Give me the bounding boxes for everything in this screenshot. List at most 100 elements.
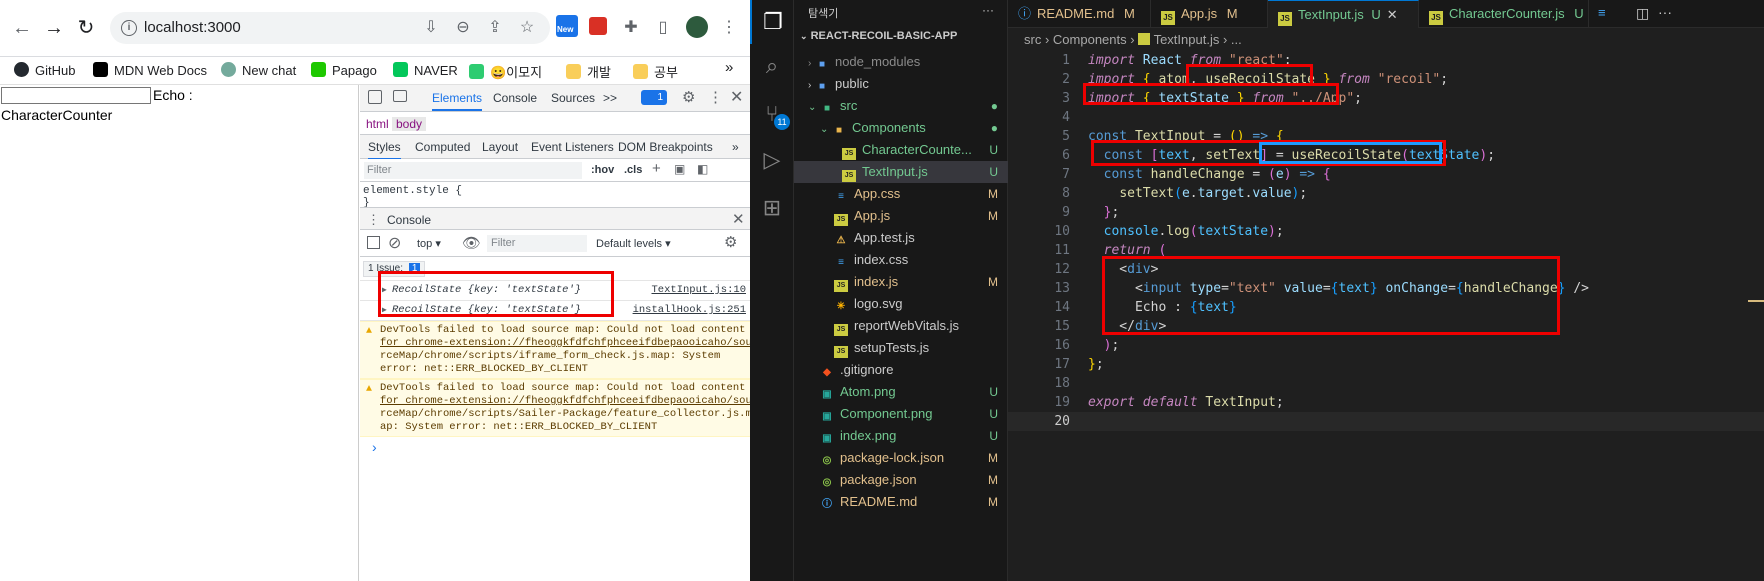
bookmark-papago[interactable]: Papago [311, 62, 377, 78]
tree-item-package-lock[interactable]: ◎ package-lock.json M [794, 447, 1008, 469]
subtab-more-icon[interactable]: » [732, 140, 739, 154]
extension-new-icon[interactable]: New [556, 15, 578, 37]
tab-elements[interactable]: Elements [432, 91, 483, 111]
warning-link[interactable]: for chrome-extension://fheoggkfdfchfphce… [380, 395, 750, 408]
bookmark-mdn[interactable]: MDN Web Docs [93, 62, 207, 78]
profile-avatar[interactable] [686, 16, 708, 38]
breadcrumb-file[interactable]: TextInput.js [1154, 32, 1220, 47]
text-input[interactable] [1, 87, 151, 104]
tree-item-logo-svg[interactable]: ✳ logo.svg [794, 293, 1008, 315]
computed-sidebar-icon[interactable]: ◧ [697, 162, 708, 176]
bookmark-new-chat[interactable]: New chat [221, 62, 296, 78]
code-editor[interactable]: 1 import React from "react"; 2 import { at… [1008, 51, 1764, 581]
tab-readme[interactable]: ⓘ README.md M [1008, 0, 1151, 28]
console-prompt[interactable]: › [372, 439, 377, 455]
subtab-styles[interactable]: Styles [368, 140, 401, 160]
tree-item-atom-png[interactable]: ▣ Atom.png U [794, 381, 1008, 403]
explorer-icon[interactable]: ❐ [750, 0, 794, 44]
styles-filter-input[interactable]: Filter [364, 162, 582, 179]
tree-item-component-png[interactable]: ▣ Component.png U [794, 403, 1008, 425]
new-style-rule-icon[interactable]: + [652, 160, 661, 177]
tree-item-gitignore[interactable]: ◆ .gitignore [794, 359, 1008, 381]
tree-item-src[interactable]: ⌄ ■ src ● [794, 95, 1008, 117]
tree-item-index-js[interactable]: JS index.js M [794, 271, 1008, 293]
bookmark-folder-dev[interactable]: 개발 [566, 62, 611, 81]
reload-button[interactable]: ↻ [74, 16, 98, 40]
tree-item-node-modules[interactable]: › ■ node_modules [794, 51, 1008, 73]
more-tabs-button[interactable]: >> [603, 91, 617, 105]
tree-item-app-css[interactable]: ≡ App.css M [794, 183, 1008, 205]
run-debug-icon[interactable]: ▷ [750, 138, 794, 182]
console-filter-input[interactable]: Filter [487, 235, 587, 252]
tree-item-charactercounter[interactable]: JS CharacterCounte... U [794, 139, 1008, 161]
settings-gear-icon[interactable]: ⚙ [682, 88, 695, 106]
close-drawer-icon[interactable]: ✕ [732, 210, 745, 228]
search-icon[interactable]: ⌕ [750, 44, 794, 88]
crumb-html[interactable]: html [362, 117, 393, 131]
tree-item-app-test[interactable]: ⚠ App.test.js [794, 227, 1008, 249]
inspect-element-icon[interactable] [368, 90, 382, 104]
log-source-link[interactable]: installHook.js:251 [633, 304, 746, 316]
crumb-body[interactable]: body [392, 117, 427, 131]
share-icon[interactable]: ⇪ [484, 17, 506, 39]
bookmarks-overflow-button[interactable]: » [725, 59, 733, 76]
log-levels-dropdown[interactable]: Default levels ▾ [596, 237, 671, 250]
tab-console[interactable]: Console [493, 91, 537, 105]
devtools-menu-icon[interactable]: ⋮ [708, 88, 723, 106]
breadcrumb-symbol[interactable]: ... [1231, 32, 1242, 47]
warning-link[interactable]: for chrome-extension://fheoggkfdfchfphce… [380, 337, 750, 350]
bookmark-emoji[interactable]: 😀이모지 [469, 62, 542, 81]
subtab-event-listeners[interactable]: Event Listeners [531, 140, 614, 154]
close-tab-icon[interactable]: ✕ [1387, 7, 1398, 22]
tree-item-components[interactable]: ⌄ ■ Components ● [794, 117, 1008, 139]
breadcrumb-components[interactable]: Components [1053, 32, 1127, 47]
tree-item-public[interactable]: › ■ public [794, 73, 1008, 95]
hov-toggle[interactable]: :hov [591, 164, 614, 176]
install-icon[interactable]: ⇩ [420, 17, 442, 39]
source-control-icon[interactable]: ⑂ [750, 92, 794, 136]
clear-console-icon[interactable]: ⊘ [388, 233, 401, 253]
more-actions-icon[interactable]: ··· [1658, 4, 1672, 20]
subtab-dom-breakpoints[interactable]: DOM Breakpoints [618, 140, 713, 154]
device-toolbar-icon[interactable] [393, 90, 407, 102]
project-header[interactable]: ⌄ REACT-RECOIL-BASIC-APP [800, 30, 957, 42]
back-button[interactable]: ← [10, 16, 34, 40]
paint-icon[interactable]: ▣ [674, 162, 685, 176]
tab-charactercounter-js[interactable]: JS CharacterCounter.js U [1419, 0, 1589, 28]
side-panel-icon[interactable]: ▯ [652, 17, 674, 39]
sidebar-toggle-icon[interactable] [367, 236, 380, 249]
menu-kebab-icon[interactable]: ⋮ [718, 17, 740, 39]
tree-item-index-css[interactable]: ≡ index.css [794, 249, 1008, 271]
extensions-icon[interactable]: ⊞ [750, 186, 794, 230]
forward-button[interactable]: → [42, 16, 66, 40]
explorer-more-icon[interactable]: ··· [982, 3, 994, 17]
extensions-puzzle-icon[interactable]: ✚ [620, 17, 642, 39]
subtab-layout[interactable]: Layout [482, 140, 518, 154]
breadcrumb-src[interactable]: src [1024, 32, 1041, 47]
tree-item-setuptests[interactable]: JS setupTests.js [794, 337, 1008, 359]
extension-red-icon[interactable] [589, 17, 607, 35]
tab-sources[interactable]: Sources [551, 91, 595, 105]
close-devtools-icon[interactable]: ✕ [730, 87, 743, 107]
bookmark-naver[interactable]: NAVER [393, 62, 458, 78]
tree-item-package-json[interactable]: ◎ package.json M [794, 469, 1008, 491]
tree-item-reportwebvitals[interactable]: JS reportWebVitals.js [794, 315, 1008, 337]
zoom-icon[interactable]: ⊖ [452, 17, 474, 39]
bookmark-folder-study[interactable]: 공부 [633, 62, 678, 81]
log-source-link[interactable]: TextInput.js:10 [651, 284, 746, 296]
bookmark-github[interactable]: GitHub [14, 62, 75, 78]
tab-textinput-js[interactable]: JS TextInput.js U ✕ [1268, 0, 1419, 28]
bookmark-star-icon[interactable]: ☆ [516, 17, 538, 39]
cls-toggle[interactable]: .cls [624, 164, 642, 176]
tab-app-js[interactable]: JS App.js M [1151, 0, 1268, 28]
drawer-menu-icon[interactable]: ⋮ [367, 212, 380, 228]
tree-item-index-png[interactable]: ▣ index.png U [794, 425, 1008, 447]
css-tab-icon[interactable]: ≡ [1598, 5, 1606, 20]
split-editor-icon[interactable]: ◫ [1636, 5, 1649, 22]
tree-item-textinput[interactable]: JS TextInput.js U [794, 161, 1008, 183]
issues-badge[interactable]: 1 [641, 90, 667, 105]
subtab-computed[interactable]: Computed [415, 140, 470, 154]
site-info-icon[interactable]: i [121, 20, 137, 36]
live-expression-eye-icon[interactable]: 👁 [462, 234, 481, 252]
console-settings-gear-icon[interactable]: ⚙ [724, 233, 737, 251]
